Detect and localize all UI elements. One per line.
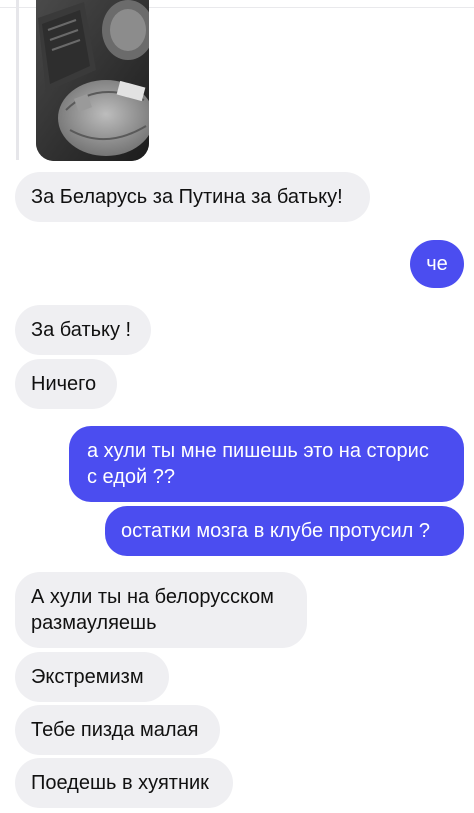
message-incoming[interactable]: А хули ты на белорусском размауляешь [15,572,307,648]
message-incoming[interactable]: Экстремизм [15,652,169,702]
message-text: Поедешь в хуятник [31,772,209,794]
message-outgoing[interactable]: че [410,240,464,288]
message-text-line: с едой ?? [87,466,176,488]
message-text: че [426,253,448,275]
message-text: остатки мозга в клубе протусил ? [121,520,431,542]
message-incoming[interactable]: Тебе пизда малая [15,705,220,755]
story-photo-image [36,0,149,161]
message-text-line: А хули ты на белорусском [31,586,274,608]
message-text: Тебе пизда малая [31,719,199,741]
message-text-line: а хули ты мне пишешь это на сторис [87,440,429,462]
message-incoming[interactable]: Ничего [15,359,117,409]
message-text: Ничего [31,373,97,395]
message-incoming[interactable]: За Беларусь за Путина за батьку! [15,172,370,222]
message-text-line: размауляешь [31,612,157,634]
message-incoming[interactable]: За батьку ! [15,305,151,355]
message-outgoing[interactable]: остатки мозга в клубе протусил ? [105,506,464,556]
message-outgoing[interactable]: а хули ты мне пишешь это на сторис с едо… [69,426,464,502]
story-photo[interactable] [36,0,149,161]
story-reply-line [16,0,19,160]
message-incoming[interactable]: Поедешь в хуятник [15,758,233,808]
message-text: За Беларусь за Путина за батьку! [31,186,343,208]
chat-screen: За Беларусь за Путина за батьку! че За б… [0,0,474,813]
message-text: Экстремизм [31,666,144,688]
message-text: За батьку ! [31,319,132,341]
